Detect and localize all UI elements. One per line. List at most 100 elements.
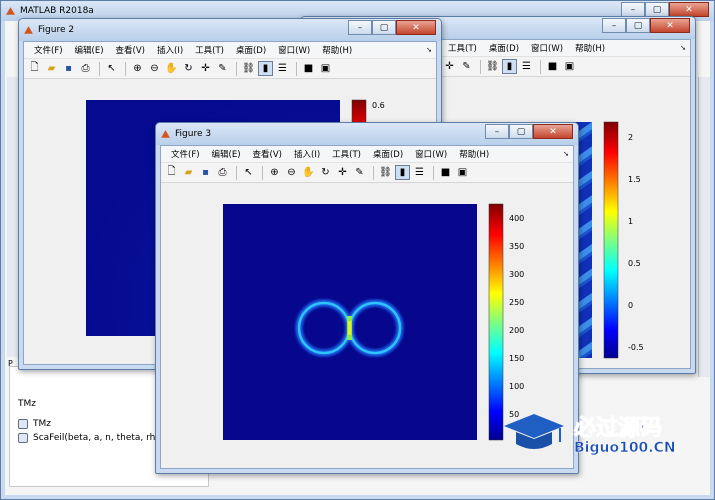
- pan-icon[interactable]: ✋: [164, 61, 179, 76]
- zoom-in-icon[interactable]: ⊕: [267, 165, 282, 180]
- pan-icon[interactable]: ✋: [301, 165, 316, 180]
- toolbar-separator: [262, 165, 263, 180]
- print-icon[interactable]: ⎙: [215, 165, 230, 180]
- brush-icon[interactable]: ✎: [215, 61, 230, 76]
- menu-insert[interactable]: 插入(I): [288, 148, 326, 160]
- edit-plot-icon[interactable]: ↖: [241, 165, 256, 180]
- data-cursor-icon[interactable]: ✛: [335, 165, 350, 180]
- menu-help[interactable]: 帮助(H): [453, 148, 495, 160]
- new-figure-icon[interactable]: 🗋: [27, 61, 42, 76]
- workspace-item[interactable]: ScaFeil(beta, a, n, theta, rho): [18, 433, 164, 443]
- rotate-3d-icon[interactable]: ↻: [181, 61, 196, 76]
- link-icon[interactable]: ⛓: [485, 59, 500, 74]
- zoom-out-icon[interactable]: ⊖: [284, 165, 299, 180]
- menu-desktop[interactable]: 桌面(D): [230, 44, 272, 56]
- close-button[interactable]: ✕: [533, 124, 573, 139]
- data-cursor-icon[interactable]: ✛: [198, 61, 213, 76]
- toolbar-separator: [125, 61, 126, 76]
- figure-2-title: Figure 2: [38, 25, 75, 35]
- menu-insert[interactable]: 插入(I): [151, 44, 189, 56]
- menu-edit[interactable]: 编辑(E): [206, 148, 247, 160]
- graduation-cap-icon: [504, 414, 564, 449]
- colorbar-tick-label: -0.5: [628, 343, 644, 352]
- brush-icon[interactable]: ✎: [459, 59, 474, 74]
- menu-window[interactable]: 窗口(W): [272, 44, 316, 56]
- menu-dock-arrow-icon[interactable]: ➘: [563, 150, 569, 158]
- colorbar-tick-label: 0.6: [372, 101, 385, 110]
- maximize-button[interactable]: ▢: [645, 2, 669, 17]
- open-file-icon[interactable]: ▰: [44, 61, 59, 76]
- legend-icon[interactable]: ☰: [519, 59, 534, 74]
- minimize-button[interactable]: –: [348, 20, 372, 35]
- figure-2-titlebar[interactable]: Figure 2 – ▢ ✕: [19, 19, 441, 41]
- new-figure-icon[interactable]: 🗋: [164, 165, 179, 180]
- menu-tools[interactable]: 工具(T): [442, 42, 483, 54]
- toolbar-separator: [433, 165, 434, 180]
- watermark-line1: 必过源码: [573, 416, 663, 442]
- edit-plot-icon[interactable]: ↖: [104, 61, 119, 76]
- hide-tools-icon[interactable]: ■: [301, 61, 316, 76]
- colorbar: [488, 203, 504, 441]
- colorbar-icon[interactable]: ▮: [395, 165, 410, 180]
- show-tools-icon[interactable]: ▣: [562, 59, 577, 74]
- menu-dock-arrow-icon[interactable]: ➘: [680, 44, 686, 52]
- menu-file[interactable]: 文件(F): [28, 44, 69, 56]
- minimize-button[interactable]: –: [621, 2, 645, 17]
- legend-icon[interactable]: ☰: [412, 165, 427, 180]
- watermark-line2: Biguo100.CN: [574, 440, 676, 457]
- link-icon[interactable]: ⛓: [241, 61, 256, 76]
- hide-tools-icon[interactable]: ■: [545, 59, 560, 74]
- workspace-item[interactable]: TMz: [18, 419, 51, 429]
- menu-dock-arrow-icon[interactable]: ➘: [426, 46, 432, 54]
- menu-view[interactable]: 查看(V): [247, 148, 288, 160]
- menu-help[interactable]: 帮助(H): [569, 42, 611, 54]
- maximize-button[interactable]: ▢: [626, 18, 650, 33]
- show-tools-icon[interactable]: ▣: [455, 165, 470, 180]
- figure-2-menubar: 文件(F) 编辑(E) 查看(V) 插入(I) 工具(T) 桌面(D) 窗口(W…: [24, 42, 436, 59]
- brush-icon[interactable]: ✎: [352, 165, 367, 180]
- rotate-3d-icon[interactable]: ↻: [318, 165, 333, 180]
- menu-edit[interactable]: 编辑(E): [69, 44, 110, 56]
- show-tools-icon[interactable]: ▣: [318, 61, 333, 76]
- menu-help[interactable]: 帮助(H): [316, 44, 358, 56]
- colorbar-tick-label: 1: [628, 217, 633, 226]
- colorbar-icon[interactable]: ▮: [258, 61, 273, 76]
- colorbar-tick-label: 2: [628, 133, 633, 142]
- figure-3-menubar: 文件(F) 编辑(E) 查看(V) 插入(I) 工具(T) 桌面(D) 窗口(W…: [161, 146, 573, 163]
- link-icon[interactable]: ⛓: [378, 165, 393, 180]
- maximize-button[interactable]: ▢: [372, 20, 396, 35]
- toolbar-separator: [540, 59, 541, 74]
- colorbar-tick-label: 300: [509, 270, 524, 279]
- data-cursor-icon[interactable]: ✛: [442, 59, 457, 74]
- print-icon[interactable]: ⎙: [78, 61, 93, 76]
- zoom-in-icon[interactable]: ⊕: [130, 61, 145, 76]
- figure-3-title: Figure 3: [175, 129, 212, 139]
- toolbar-separator: [296, 61, 297, 76]
- colorbar-tick-label: 0.5: [628, 259, 641, 268]
- menu-desktop[interactable]: 桌面(D): [483, 42, 525, 54]
- maximize-button[interactable]: ▢: [509, 124, 533, 139]
- menu-window[interactable]: 窗口(W): [525, 42, 569, 54]
- minimize-button[interactable]: –: [602, 18, 626, 33]
- menu-desktop[interactable]: 桌面(D): [367, 148, 409, 160]
- open-file-icon[interactable]: ▰: [181, 165, 196, 180]
- minimize-button[interactable]: –: [485, 124, 509, 139]
- menu-window[interactable]: 窗口(W): [409, 148, 453, 160]
- colorbar-tick-label: 0: [628, 301, 633, 310]
- save-icon[interactable]: ▪: [61, 61, 76, 76]
- close-button[interactable]: ✕: [669, 2, 709, 17]
- menu-file[interactable]: 文件(F): [165, 148, 206, 160]
- legend-icon[interactable]: ☰: [275, 61, 290, 76]
- function-icon: [18, 433, 28, 443]
- menu-view[interactable]: 查看(V): [110, 44, 151, 56]
- zoom-out-icon[interactable]: ⊖: [147, 61, 162, 76]
- close-button[interactable]: ✕: [396, 20, 436, 35]
- figure-3-toolbar: 🗋 ▰ ▪ ⎙ ↖ ⊕ ⊖ ✋ ↻ ✛ ✎ ⛓ ▮ ☰ ■ ▣: [161, 163, 573, 183]
- colorbar-icon[interactable]: ▮: [502, 59, 517, 74]
- menu-tools[interactable]: 工具(T): [326, 148, 367, 160]
- save-icon[interactable]: ▪: [198, 165, 213, 180]
- figure-3-titlebar[interactable]: Figure 3 – ▢ ✕: [156, 123, 578, 145]
- close-button[interactable]: ✕: [650, 18, 690, 33]
- hide-tools-icon[interactable]: ■: [438, 165, 453, 180]
- menu-tools[interactable]: 工具(T): [189, 44, 230, 56]
